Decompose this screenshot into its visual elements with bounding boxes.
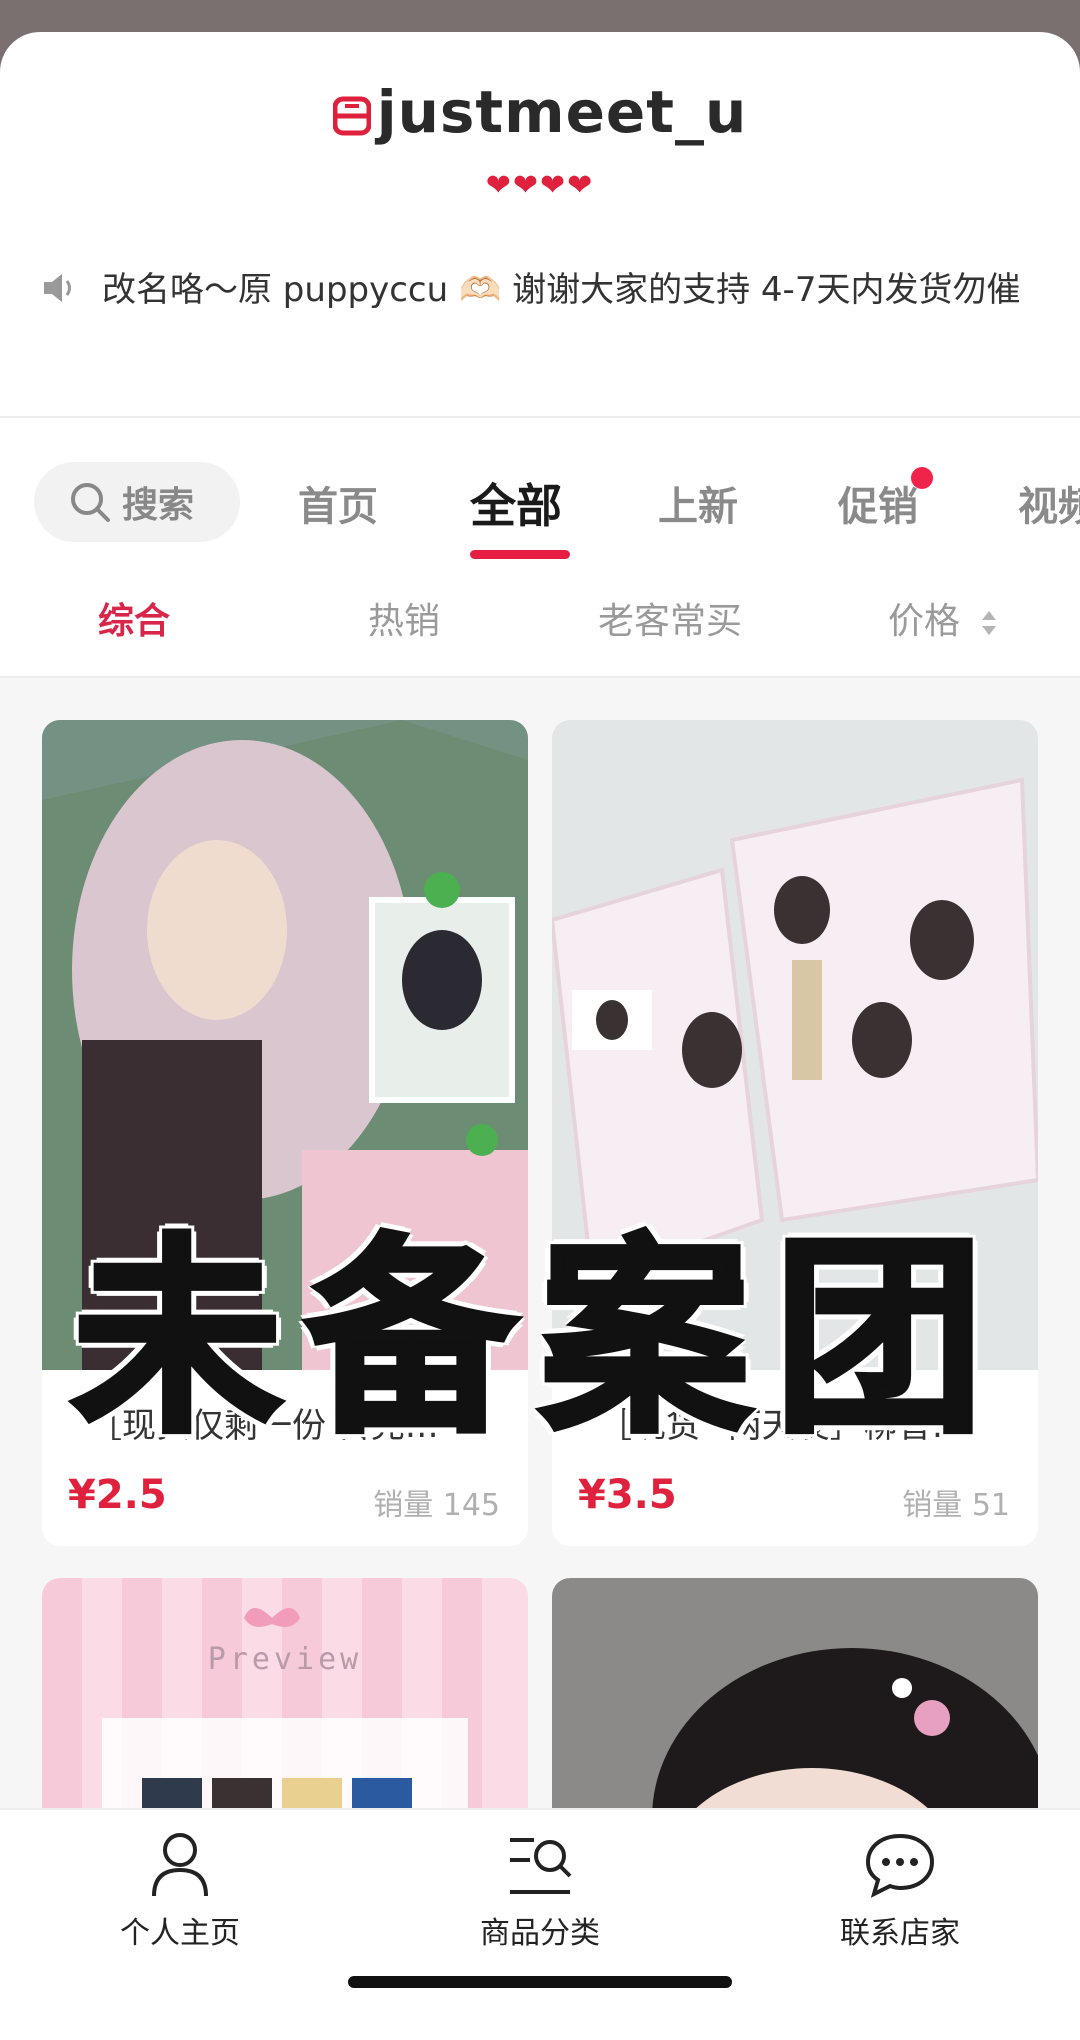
shop-logo-icon [332,82,372,136]
nav-contact-label: 联系店家 [840,1916,960,1951]
shop-sheet: justmeet_u ❤❤❤❤ 改名咯～原 puppyccu 🫶🏻 谢谢大家的支… [0,32,1080,2040]
tab-home[interactable]: 首页 [298,474,378,532]
sort-price[interactable]: 价格 [888,592,999,644]
nav-profile-label: 个人主页 [120,1916,240,1951]
tab-video[interactable]: 视频 [1018,474,1080,532]
overlay-warning-text: 未备案团 [69,1213,1008,1464]
shop-header: justmeet_u ❤❤❤❤ 改名咯～原 puppyccu 🫶🏻 谢谢大家的支… [0,32,1080,417]
nav-categories[interactable]: 商品分类 [440,1830,640,1952]
category-search-icon [510,1838,572,1894]
sort-price-label: 价格 [888,601,961,642]
product-sales: 销量 51 [902,1488,1010,1523]
nav-categories-label: 商品分类 [480,1916,600,1951]
sort-tabs: 综合 热销 老客常买 价格 [0,572,1080,662]
active-tab-indicator [470,550,570,559]
product-sales: 销量 145 [373,1488,500,1523]
nav-profile[interactable]: 个人主页 [80,1830,280,1952]
divider [0,416,1080,418]
shop-name-text: justmeet_u [376,78,748,146]
shop-tabs: 搜索 首页 全部 上新 促销 视频 [0,432,1080,559]
notice-text: 改名咯～原 puppyccu 🫶🏻 谢谢大家的支持 4-7天内发货勿催 [102,270,1021,310]
bottom-navigation: 个人主页 商品分类 联系店家 [0,1808,1080,2040]
tab-all[interactable]: 全部 [470,470,562,536]
shop-notice: 改名咯～原 puppyccu 🫶🏻 谢谢大家的支持 4-7天内发货勿催 [40,262,1040,318]
tab-promo[interactable]: 促销 [838,474,918,532]
chat-bubble-icon [865,1833,935,1898]
home-indicator [348,1976,732,1988]
preview-label: Preview [207,1642,363,1677]
speaker-icon [40,266,80,302]
product-price: ¥2.5 [68,1472,167,1518]
shop-title: justmeet_u [0,78,1080,146]
search-icon [71,483,110,522]
promo-badge-dot [911,467,933,489]
sort-overall[interactable]: 综合 [98,592,170,644]
tab-new[interactable]: 上新 [658,474,738,532]
person-icon [152,1833,208,1897]
sort-arrows-icon [982,611,997,635]
product-price: ¥3.5 [578,1472,677,1518]
sort-repeat-buyers[interactable]: 老客常买 [598,592,742,644]
nav-contact-seller[interactable]: 联系店家 [800,1830,1000,1952]
sort-hot[interactable]: 热销 [368,592,440,644]
search-label: 搜索 [122,485,195,526]
hearts-decoration: ❤❤❤❤ [485,168,595,203]
search-button[interactable]: 搜索 [34,462,240,542]
